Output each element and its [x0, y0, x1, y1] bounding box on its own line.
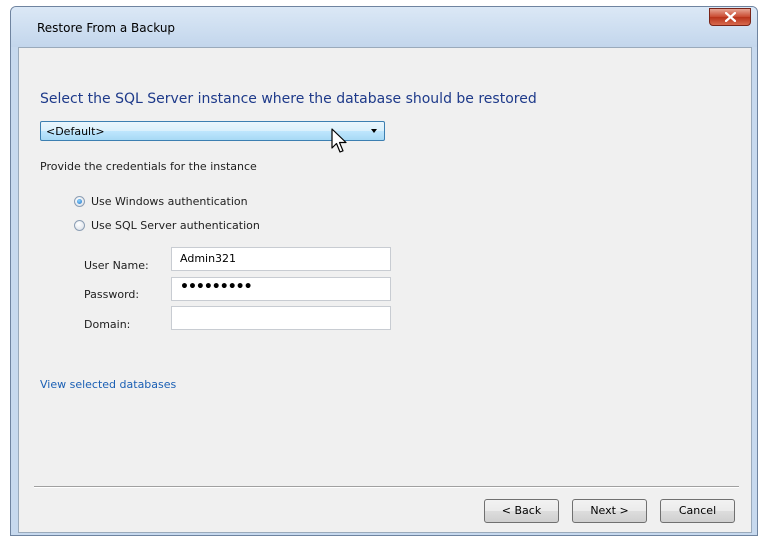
instance-heading: Select the SQL Server instance where the…: [40, 91, 537, 107]
windows-auth-radio[interactable]: [74, 196, 85, 207]
sql-auth-radio[interactable]: [74, 220, 85, 231]
instance-selected-value: <Default>: [46, 125, 105, 138]
sql-auth-label[interactable]: Use SQL Server authentication: [91, 219, 260, 232]
chevron-down-icon[interactable]: [371, 129, 377, 133]
cancel-button[interactable]: Cancel: [660, 499, 735, 523]
dialog-content: Select the SQL Server instance where the…: [18, 47, 752, 533]
restore-dialog-window: Restore From a Backup Select the SQL Ser…: [10, 6, 758, 536]
back-button[interactable]: < Back: [484, 499, 559, 523]
credentials-label: Provide the credentials for the instance: [40, 160, 257, 173]
title-bar[interactable]: Restore From a Backup: [11, 7, 757, 47]
username-label: User Name:: [84, 259, 149, 272]
password-field[interactable]: •••••••••: [171, 277, 391, 301]
footer-divider: [34, 486, 739, 488]
next-button[interactable]: Next >: [572, 499, 647, 523]
windows-auth-label[interactable]: Use Windows authentication: [91, 195, 248, 208]
domain-field[interactable]: [171, 306, 391, 330]
mouse-pointer-icon: [331, 128, 347, 153]
window-title: Restore From a Backup: [37, 21, 176, 35]
close-button[interactable]: [709, 8, 751, 26]
password-label: Password:: [84, 288, 140, 301]
domain-label: Domain:: [84, 318, 131, 331]
view-selected-databases-link[interactable]: View selected databases: [40, 378, 176, 391]
close-icon: [725, 12, 736, 22]
username-field[interactable]: Admin321: [171, 247, 391, 271]
